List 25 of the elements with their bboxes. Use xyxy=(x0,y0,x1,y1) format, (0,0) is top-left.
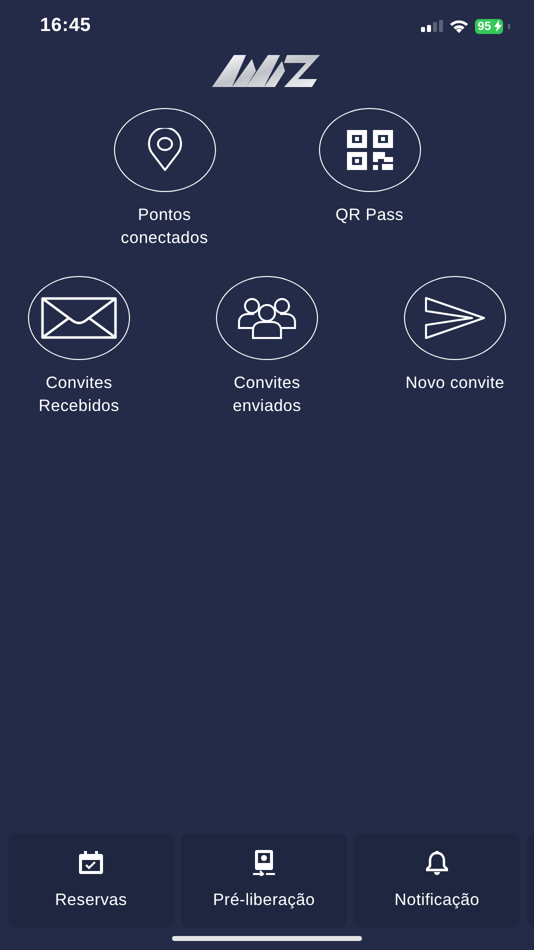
paper-plane-icon xyxy=(424,297,486,339)
menu-label: Novo convite xyxy=(405,373,505,394)
signal-icon xyxy=(420,20,443,32)
envelope-icon xyxy=(41,297,117,339)
menu-circle-button[interactable] xyxy=(28,276,130,360)
tab-button[interactable]: Notificação xyxy=(354,833,520,928)
tab-button[interactable]: Reservas xyxy=(8,833,174,928)
menu-label: QR Pass xyxy=(334,205,405,226)
menu-circle-button[interactable] xyxy=(318,108,420,192)
menu-label: Convites enviados xyxy=(232,373,302,417)
calendar-check-icon xyxy=(78,851,104,875)
tab-button[interactable]: Pré-liberação xyxy=(181,833,347,928)
menu-label: Pontos conectados xyxy=(120,205,210,249)
menu-label: Convites Recebidos xyxy=(38,373,120,417)
bell-icon xyxy=(426,851,448,875)
people-group-icon xyxy=(236,296,298,340)
battery-level: 95 xyxy=(474,18,503,34)
qr-code-icon xyxy=(346,130,392,170)
clock-time: 16:45 xyxy=(40,15,92,37)
charging-bolt-icon xyxy=(494,20,502,32)
menu-circle-button[interactable] xyxy=(216,276,318,360)
wifi-icon xyxy=(448,19,469,33)
menu-circle-button[interactable] xyxy=(114,108,216,192)
badge-exit-icon xyxy=(253,850,275,876)
menu-circle-button[interactable] xyxy=(404,276,506,360)
